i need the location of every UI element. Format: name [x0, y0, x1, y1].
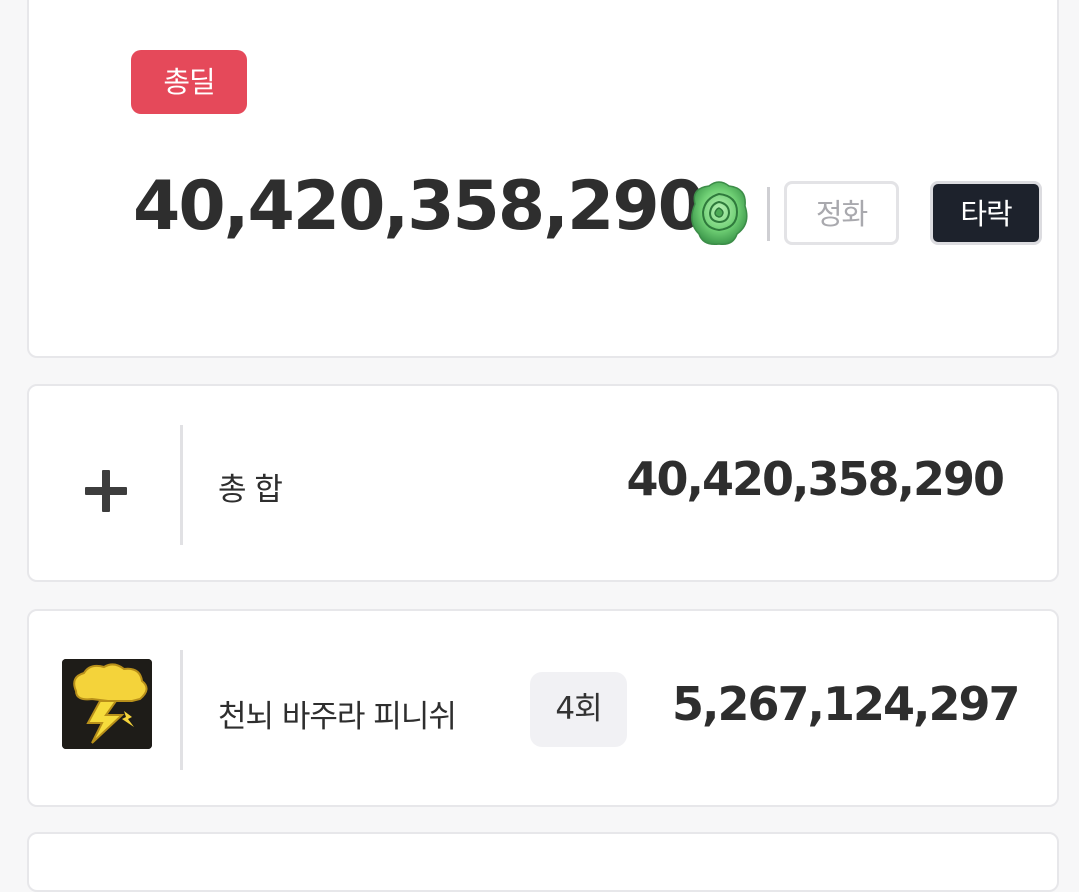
plus-icon[interactable] [85, 470, 127, 512]
summary-value: 40,420,358,290 [626, 452, 1005, 506]
skill-name: 천뇌 바주라 피니쉬 [218, 699, 457, 735]
summary-icon-cell [29, 386, 181, 580]
skill-row[interactable]: 천뇌 바주라 피니쉬 4회 5,267,124,297 [27, 609, 1059, 807]
summary-row[interactable]: 총 합 40,420,358,290 [27, 384, 1059, 582]
total-damage-value: 40,420,358,290 [133, 167, 705, 246]
corrupt-toggle-button[interactable]: 타락 [930, 181, 1042, 245]
skill-icon-cell [29, 611, 181, 805]
total-damage-badge: 총딜 [131, 50, 247, 114]
next-skill-row[interactable] [27, 832, 1059, 892]
toggle-divider [767, 187, 770, 241]
total-damage-card: 총딜 40,420,358,290 정화 타락 [27, 0, 1059, 358]
row-divider [180, 425, 183, 545]
summary-label: 총 합 [218, 472, 283, 508]
green-rose-icon [691, 181, 748, 246]
skill-damage-value: 5,267,124,297 [672, 677, 1020, 731]
lightning-cloud-icon [62, 659, 152, 749]
purify-toggle-button[interactable]: 정화 [784, 181, 899, 245]
row-divider [180, 650, 183, 770]
hit-count-badge: 4회 [530, 672, 627, 747]
